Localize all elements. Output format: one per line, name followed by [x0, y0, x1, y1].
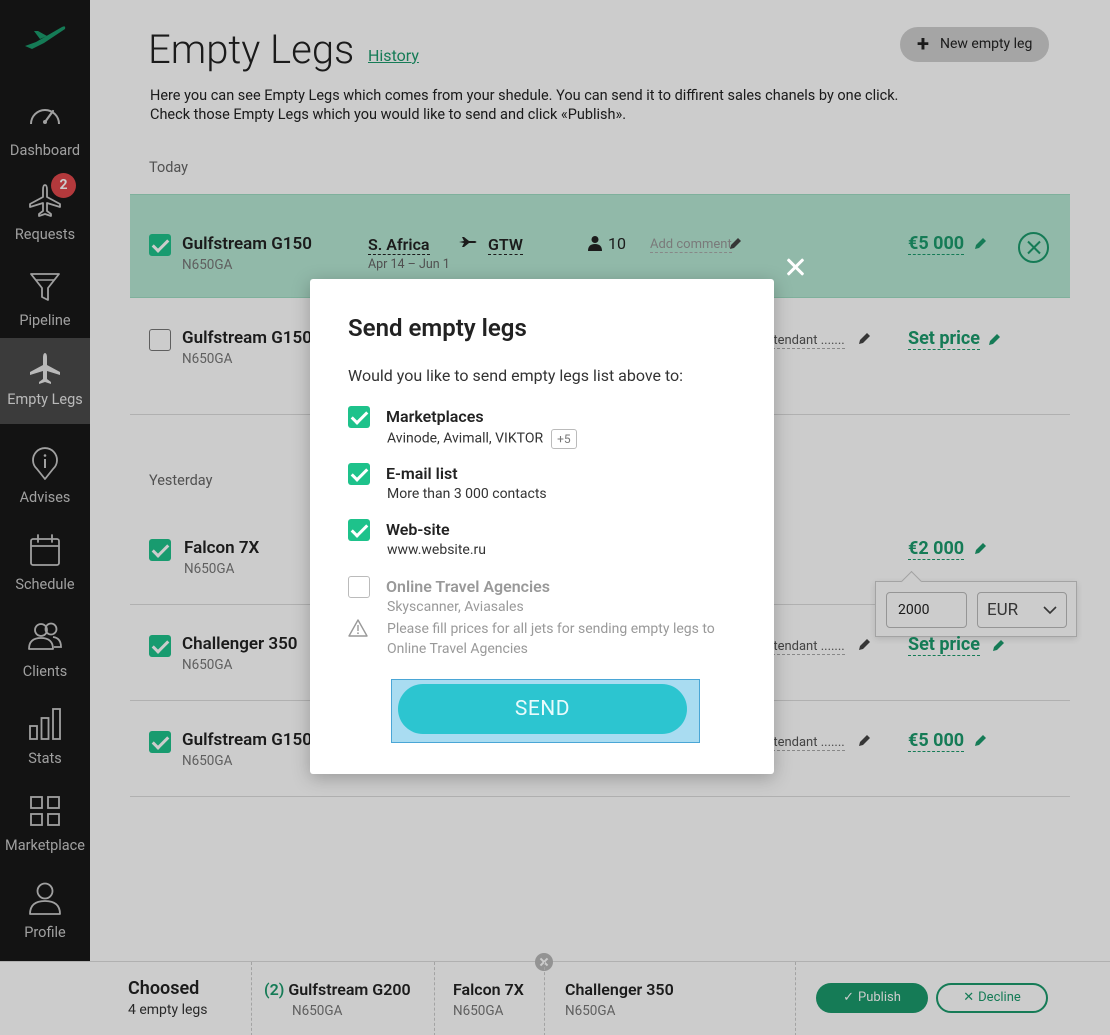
more-badge[interactable]: +5 [551, 429, 577, 449]
option-desc-text: Avinode, Avimall, VIKTOR [387, 430, 544, 447]
option-description: More than 3 000 contacts [387, 486, 547, 502]
option-title: E-mail list [386, 464, 458, 483]
option-description: Avinode, Avimall, VIKTOR +5 [387, 429, 577, 449]
marketplaces-checkbox[interactable] [348, 406, 370, 428]
option-title: Web-site [386, 520, 450, 539]
send-button[interactable]: SEND [398, 684, 687, 734]
option-title: Online Travel Agencies [386, 577, 550, 596]
ota-checkbox[interactable] [348, 576, 370, 598]
modal-title: Send empty legs [348, 314, 527, 342]
email-list-checkbox[interactable] [348, 463, 370, 485]
warning-text: Please fill prices for all jets for send… [387, 621, 715, 657]
warning-icon [348, 619, 368, 637]
close-modal-button[interactable] [784, 256, 806, 278]
option-description: www.website.ru [387, 542, 486, 558]
option-description: Skyscanner, Aviasales [387, 599, 524, 615]
website-checkbox[interactable] [348, 519, 370, 541]
send-empty-legs-modal: Send empty legs Would you like to send e… [310, 279, 774, 774]
option-title: Marketplaces [386, 407, 484, 426]
modal-question: Would you like to send empty legs list a… [348, 366, 684, 385]
